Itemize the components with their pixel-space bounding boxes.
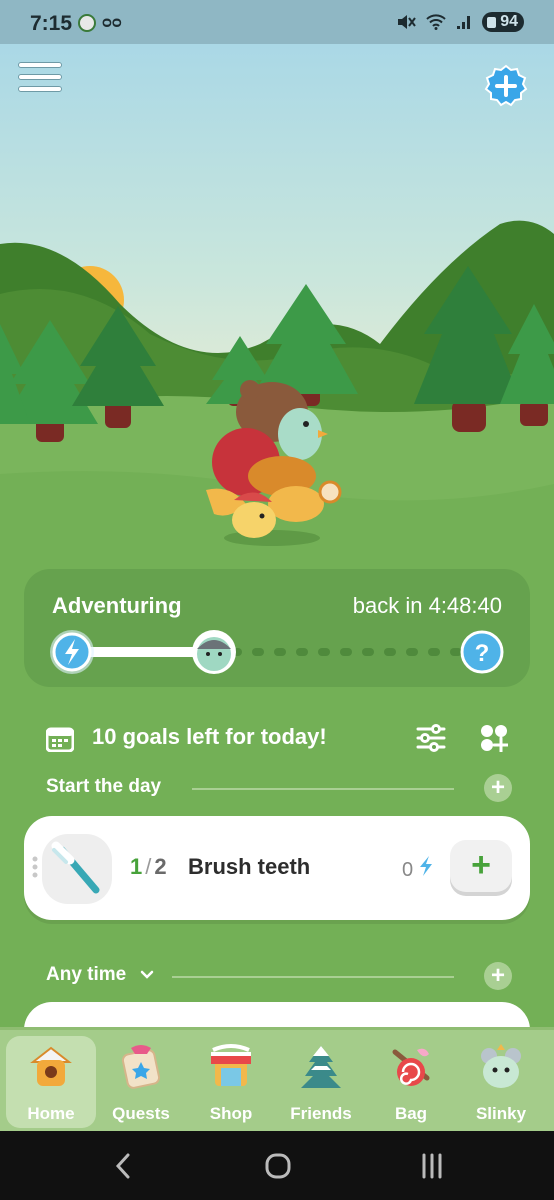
task-progress: 1/2: [130, 854, 167, 879]
tab-label: Friends: [290, 1104, 352, 1123]
add-goal-to-section-button[interactable]: +: [484, 774, 512, 802]
clock: 7:15: [30, 12, 73, 35]
task-energy-reward: 0: [402, 856, 433, 882]
task-total-count: 2: [154, 854, 167, 879]
pet-avatar-icon: [481, 1044, 521, 1088]
battery-indicator: 94: [482, 12, 524, 32]
tab-friends[interactable]: Friends: [276, 1036, 366, 1128]
filter-sliders-icon[interactable]: [416, 724, 446, 752]
calendar-icon[interactable]: [46, 726, 74, 752]
birdhouse-icon: [30, 1046, 72, 1086]
bottom-tab-bar: Home Quests Shop Friends Bag Slinky: [0, 1027, 554, 1131]
section-label: Start the day: [46, 776, 162, 797]
task-done-count: 1: [130, 854, 143, 879]
wifi-icon: [426, 14, 446, 30]
tab-slinky[interactable]: Slinky: [456, 1036, 546, 1128]
section-header-any-time: Any time +: [46, 962, 512, 992]
drag-handle-icon[interactable]: [32, 856, 38, 878]
adventure-progress-track: ?: [50, 630, 504, 674]
toothbrush-icon: [42, 834, 112, 904]
signal-icon: [457, 16, 471, 29]
task-card-brush-teeth[interactable]: 1/2 Brush teeth 0 +: [24, 816, 530, 920]
add-goal-to-section-button[interactable]: +: [484, 962, 512, 990]
lightning-icon: [419, 856, 432, 876]
section-header-start-the-day: Start the day +: [46, 774, 512, 804]
snowy-tree-icon: [301, 1046, 341, 1088]
candy-bag-icon: [392, 1048, 430, 1086]
system-navigation-bar: [0, 1131, 554, 1200]
status-bar: 7:15 ᴑᴑ 94: [0, 0, 554, 44]
task-card-partial[interactable]: [24, 1002, 530, 1030]
tab-label: Quests: [112, 1104, 170, 1123]
mute-icon: [398, 15, 417, 29]
app-notification-icon: [78, 14, 96, 32]
chevron-down-icon[interactable]: [140, 970, 154, 980]
svg-text:?: ?: [475, 640, 490, 667]
adventure-panel[interactable]: Adventuring back in 4:48:40 ?: [24, 569, 530, 687]
divider: [172, 976, 454, 978]
complete-task-button[interactable]: +: [450, 840, 512, 892]
add-widget-icon[interactable]: [480, 724, 508, 752]
recent-apps-icon[interactable]: [412, 1149, 452, 1183]
tab-label: Home: [27, 1104, 75, 1123]
home-icon[interactable]: [258, 1149, 298, 1183]
energy-amount: 0: [402, 859, 414, 881]
goals-summary-row: 10 goals left for today!: [46, 720, 516, 756]
tab-bag[interactable]: Bag: [366, 1036, 456, 1128]
divider: [192, 788, 454, 790]
tab-label: Slinky: [475, 1104, 527, 1123]
hamburger-menu-button[interactable]: [18, 62, 62, 102]
tab-quests[interactable]: Quests: [96, 1036, 186, 1128]
adventure-title: Adventuring: [52, 593, 182, 618]
tab-label: Bag: [394, 1104, 428, 1123]
goals-left-label: 10 goals left for today!: [92, 724, 327, 749]
voicemail-icon: ᴑᴑ: [102, 14, 122, 31]
tab-label: Shop: [209, 1104, 253, 1123]
quest-card-icon: [121, 1045, 161, 1089]
add-button[interactable]: [484, 64, 528, 108]
tab-home[interactable]: Home: [6, 1036, 96, 1128]
adventure-timer: back in 4:48:40: [352, 593, 502, 618]
back-icon[interactable]: [104, 1149, 144, 1183]
home-scene: Adventuring back in 4:48:40 ? 10 goals l…: [0, 44, 554, 1030]
section-label[interactable]: Any time: [46, 964, 126, 986]
shop-icon: [211, 1044, 251, 1086]
task-title: Brush teeth: [188, 854, 311, 879]
tab-shop[interactable]: Shop: [186, 1036, 276, 1128]
